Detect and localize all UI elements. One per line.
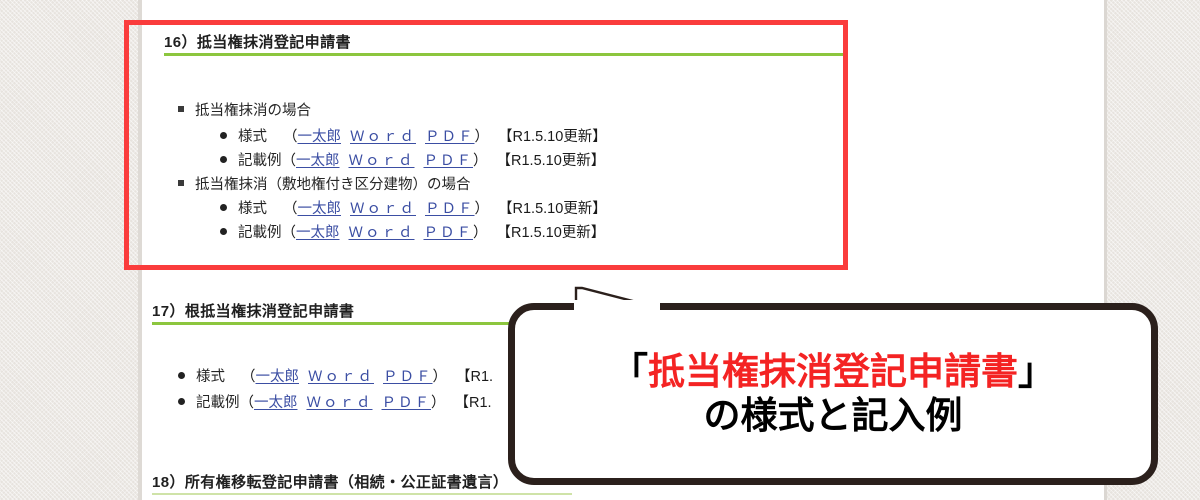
- link-word[interactable]: Ｗｏｒｄ: [308, 369, 374, 385]
- link-ichitaro[interactable]: 一太郎: [254, 395, 298, 411]
- link-pdf[interactable]: ＰＤＦ: [382, 395, 432, 411]
- section-18-heading: 18）所有権移転登記申請書（相続・公正証書遺言）: [152, 474, 509, 491]
- link-word[interactable]: Ｗｏｒｄ: [307, 395, 373, 411]
- list-item: 記載例（一太郎 Ｗｏｒｄ ＰＤＦ） 【R1.: [178, 396, 492, 411]
- callout-line-1: 「抵当権抹消登記申請書」: [611, 352, 1055, 392]
- callout-bubble: 「抵当権抹消登記申請書」 の様式と記入例: [508, 303, 1158, 485]
- callout-tail-base-mask: [574, 300, 660, 310]
- red-highlight-box: [124, 20, 848, 270]
- round-bullet-icon: [178, 371, 185, 379]
- section-17-heading: 17）根抵当権抹消登記申請書: [152, 303, 355, 320]
- callout-line-2: の様式と記入例: [703, 395, 963, 436]
- callout-bubble-content: 「抵当権抹消登記申請書」 の様式と記入例: [515, 310, 1151, 478]
- callout-close-bracket: 」: [1018, 351, 1055, 393]
- section-18-rule: [152, 493, 572, 495]
- screenshot-stage: 16）抵当権抹消登記申請書 抵当権抹消の場合 様式 （一太郎 Ｗｏｒｄ ＰＤＦ） 【R1…: [0, 0, 1200, 500]
- round-bullet-icon: [178, 397, 185, 405]
- link-pdf[interactable]: ＰＤＦ: [383, 369, 433, 385]
- list-item: 様式 （一太郎 Ｗｏｒｄ ＰＤＦ） 【R1.: [178, 370, 493, 385]
- callout-open-bracket: 「: [611, 351, 648, 393]
- callout-accent-text: 抵当権抹消登記申請書: [648, 351, 1018, 393]
- link-ichitaro[interactable]: 一太郎: [256, 369, 300, 385]
